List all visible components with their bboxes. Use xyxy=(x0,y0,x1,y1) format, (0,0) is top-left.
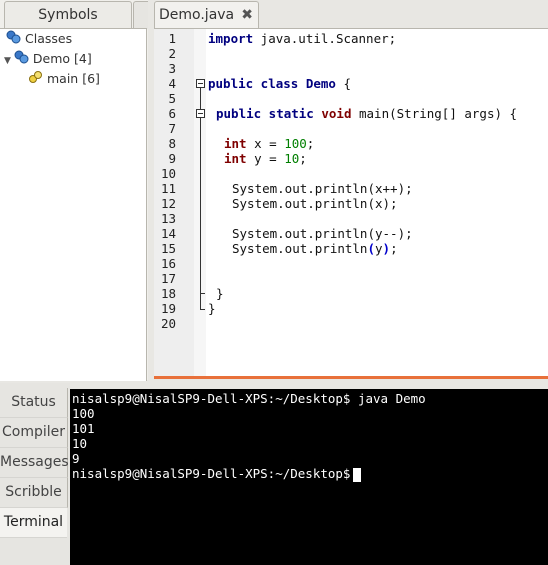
tab-compiler[interactable]: Compiler xyxy=(0,418,68,448)
fold-end-marker xyxy=(200,309,205,310)
line-number: 14 xyxy=(160,226,176,241)
symbol-tree: Classes ▼ Demo [4] main [6] xyxy=(0,28,147,381)
line-number: 16 xyxy=(160,256,176,271)
terminal-line: nisalsp9@NisalSP9-Dell-XPS:~/Desktop$ ja… xyxy=(72,391,426,406)
bottom-tab-strip: Status Compiler Messages Scribble Termin… xyxy=(0,383,70,565)
tab-scribble[interactable]: Scribble xyxy=(0,478,68,508)
fold-toggle-icon[interactable] xyxy=(196,109,205,118)
tree-item-classes[interactable]: Classes xyxy=(6,29,72,49)
line-number: 17 xyxy=(160,271,176,286)
expander-icon[interactable]: ▼ xyxy=(4,56,11,66)
line-number: 5 xyxy=(168,91,176,106)
code-line: import java.util.Scanner; xyxy=(208,31,397,46)
line-number: 12 xyxy=(160,196,176,211)
tab-symbols[interactable]: Symbols xyxy=(4,1,132,29)
line-number: 20 xyxy=(160,316,176,331)
line-number: 15 xyxy=(160,241,176,256)
terminal-line: 9 xyxy=(72,451,80,466)
code-line: } xyxy=(216,286,224,301)
terminal-line: 101 xyxy=(72,421,95,436)
symbols-pane: Symbols Classes ▼ Demo [4] main [6] xyxy=(0,0,148,381)
fold-guide xyxy=(200,88,201,310)
tree-item-demo[interactable]: ▼ Demo [4] xyxy=(4,49,92,69)
top-area: Symbols Classes ▼ Demo [4] main [6] Demo… xyxy=(0,0,548,381)
tab-demo-java[interactable]: Demo.java ✖ xyxy=(154,1,259,29)
line-number: 6 xyxy=(168,106,176,121)
line-number: 4 xyxy=(168,76,176,91)
prompt-text: nisalsp9@NisalSP9-Dell-XPS:~/Desktop$ xyxy=(72,466,351,481)
line-number-gutter: 1 2 3 4 5 6 7 8 9 10 11 12 13 14 15 16 1… xyxy=(154,29,194,377)
close-icon[interactable]: ✖ xyxy=(241,2,253,29)
line-number: 8 xyxy=(168,136,176,151)
tab-messages[interactable]: Messages xyxy=(0,448,69,478)
code-line: public class Demo { xyxy=(208,76,352,91)
code-text[interactable]: import java.util.Scanner; public class D… xyxy=(206,29,548,377)
tree-item-main[interactable]: main [6] xyxy=(28,69,100,89)
code-line: System.out.println(x); xyxy=(232,196,398,211)
fold-toggle-icon[interactable] xyxy=(196,79,205,88)
line-number: 2 xyxy=(168,46,176,61)
tab-documents[interactable] xyxy=(133,1,148,29)
code-line: } xyxy=(208,301,216,316)
tree-item-label: main [6] xyxy=(47,71,100,86)
line-number: 11 xyxy=(160,181,176,196)
code-line: int y = 10; xyxy=(224,151,307,166)
terminal[interactable]: nisalsp9@NisalSP9-Dell-XPS:~/Desktop$ ja… xyxy=(70,389,548,565)
tab-terminal[interactable]: Terminal xyxy=(0,508,67,538)
code-line: System.out.println(y--); xyxy=(232,226,413,241)
tree-item-label: Classes xyxy=(25,31,73,46)
line-number: 18 xyxy=(160,286,176,301)
code-line: public static void main(String[] args) { xyxy=(216,106,518,121)
editor-pane: Demo.java ✖ 1 2 3 4 5 6 7 8 9 10 11 12 1… xyxy=(150,0,548,380)
line-number: 9 xyxy=(168,151,176,166)
tab-label: Demo.java xyxy=(159,7,235,23)
line-number: 1 xyxy=(168,31,176,46)
terminal-cursor xyxy=(353,467,362,482)
line-number: 7 xyxy=(168,121,176,136)
method-icon xyxy=(28,70,44,90)
terminal-prompt[interactable]: nisalsp9@NisalSP9-Dell-XPS:~/Desktop$ xyxy=(72,466,362,482)
class-icon xyxy=(14,50,30,70)
tab-status[interactable]: Status xyxy=(0,388,68,418)
code-editor[interactable]: 1 2 3 4 5 6 7 8 9 10 11 12 13 14 15 16 1… xyxy=(154,28,548,377)
line-number: 3 xyxy=(168,61,176,76)
line-number: 13 xyxy=(160,211,176,226)
editor-accent-line xyxy=(154,376,548,379)
terminal-line: 100 xyxy=(72,406,95,421)
fold-end-marker xyxy=(200,293,205,294)
line-number: 19 xyxy=(160,301,176,316)
code-line: int x = 100; xyxy=(224,136,315,151)
code-line: System.out.println(y); xyxy=(232,241,398,256)
code-line: System.out.println(x++); xyxy=(232,181,413,196)
message-window: Status Compiler Messages Scribble Termin… xyxy=(0,383,548,565)
classes-icon xyxy=(6,30,22,50)
line-number: 10 xyxy=(160,166,176,181)
tree-item-label: Demo [4] xyxy=(32,51,92,66)
terminal-line: 10 xyxy=(72,436,88,451)
fold-margin xyxy=(194,29,206,377)
